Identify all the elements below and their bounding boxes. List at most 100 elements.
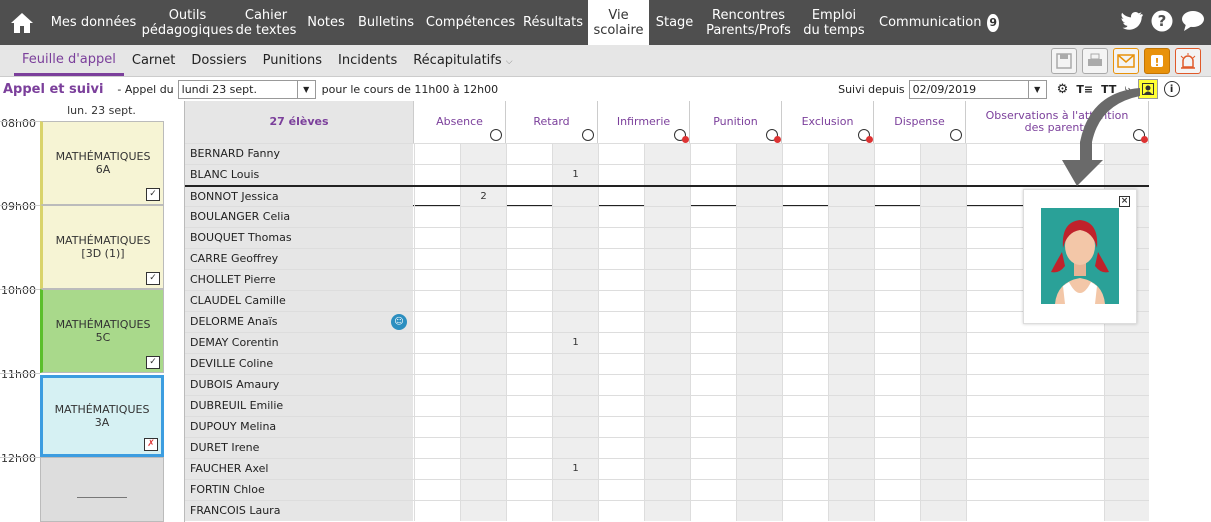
table-row[interactable]: DEVILLE Coline [185, 353, 1149, 374]
grid-cell[interactable] [874, 207, 920, 227]
grid-cell[interactable] [598, 249, 644, 269]
grid-cell[interactable] [690, 501, 736, 521]
grid-cell[interactable] [874, 501, 920, 521]
grid-cell[interactable] [644, 291, 690, 311]
grid-cell[interactable] [874, 228, 920, 248]
grid-cell[interactable] [920, 249, 966, 269]
grid-cell[interactable] [736, 144, 782, 164]
retard-count-cell[interactable]: 1 [552, 459, 598, 479]
col-absence-header[interactable]: Absence [414, 101, 506, 143]
grid-cell[interactable] [644, 187, 690, 207]
observation-cell[interactable] [966, 459, 1104, 479]
grid-cell[interactable] [598, 144, 644, 164]
student-name[interactable]: DURET Irene [185, 438, 413, 458]
grid-cell[interactable] [506, 291, 552, 311]
grid-cell[interactable] [736, 187, 782, 207]
grid-cell[interactable] [828, 438, 874, 458]
nav-mes-donnees[interactable]: Mes données [44, 0, 143, 45]
grid-cell[interactable] [874, 144, 920, 164]
course-block[interactable]: MATHÉMATIQUES 5C ✓ [40, 289, 164, 373]
grid-cell[interactable] [1104, 501, 1149, 521]
absence-count-cell[interactable] [460, 249, 506, 269]
grid-cell[interactable] [414, 312, 460, 332]
col-exclusion-header[interactable]: Exclusion [782, 101, 874, 143]
grid-cell[interactable] [736, 291, 782, 311]
absence-count-cell[interactable] [460, 270, 506, 290]
grid-cell[interactable] [414, 187, 460, 207]
grid-cell[interactable] [874, 459, 920, 479]
grid-cell[interactable] [414, 144, 460, 164]
grid-cell[interactable] [414, 438, 460, 458]
grid-cell[interactable] [920, 207, 966, 227]
grid-cell[interactable] [828, 187, 874, 207]
table-row[interactable]: FRANCOIS Laura [185, 500, 1149, 521]
grid-cell[interactable] [598, 438, 644, 458]
close-icon[interactable]: × [1119, 196, 1130, 207]
grid-cell[interactable] [782, 228, 828, 248]
grid-cell[interactable] [1104, 438, 1149, 458]
grid-cell[interactable] [506, 459, 552, 479]
observation-cell[interactable] [966, 396, 1104, 416]
grid-cell[interactable] [782, 501, 828, 521]
info-icon[interactable]: i [1163, 81, 1180, 97]
grid-cell[interactable] [644, 480, 690, 500]
grid-cell[interactable] [782, 312, 828, 332]
retard-count-cell[interactable] [552, 375, 598, 395]
grid-cell[interactable] [690, 375, 736, 395]
grid-cell[interactable] [644, 144, 690, 164]
grid-cell[interactable] [736, 501, 782, 521]
student-name[interactable]: FORTIN Chloe [185, 480, 413, 500]
student-name[interactable]: BLANC Louis [185, 165, 413, 185]
tab-punitions[interactable]: Punitions [255, 47, 330, 74]
grid-cell[interactable] [598, 417, 644, 437]
grid-cell[interactable] [414, 270, 460, 290]
grid-cell[interactable] [782, 438, 828, 458]
grid-cell[interactable] [874, 333, 920, 353]
nav-vie-scolaire[interactable]: Vie scolaire [588, 0, 649, 45]
grid-cell[interactable] [414, 375, 460, 395]
tab-recapitulatifs[interactable]: Récapitulatifs ⌵ [405, 47, 520, 74]
twitter-icon[interactable] [1121, 12, 1143, 34]
retard-count-cell[interactable]: 1 [552, 333, 598, 353]
grid-cell[interactable] [736, 312, 782, 332]
grid-cell[interactable] [690, 144, 736, 164]
print-icon[interactable] [1082, 48, 1108, 74]
grid-cell[interactable] [920, 459, 966, 479]
grid-cell[interactable] [782, 459, 828, 479]
grid-cell[interactable] [690, 291, 736, 311]
retard-count-cell[interactable] [552, 207, 598, 227]
grid-cell[interactable] [920, 354, 966, 374]
table-row[interactable]: DUBREUIL Emilie [185, 395, 1149, 416]
nav-rencontres[interactable]: Rencontres Parents/Profs [700, 0, 797, 45]
student-name[interactable]: BERNARD Fanny [185, 144, 413, 164]
grid-cell[interactable] [736, 165, 782, 185]
nav-bulletins[interactable]: Bulletins [352, 0, 420, 45]
grid-cell[interactable] [690, 270, 736, 290]
tab-dossiers[interactable]: Dossiers [183, 47, 254, 74]
grid-cell[interactable] [920, 144, 966, 164]
grid-cell[interactable] [920, 270, 966, 290]
retard-count-cell[interactable] [552, 144, 598, 164]
grid-cell[interactable] [414, 396, 460, 416]
student-name[interactable]: CLAUDEL Camille [185, 291, 413, 311]
grid-cell[interactable] [828, 249, 874, 269]
grid-cell[interactable] [414, 249, 460, 269]
course-block-selected[interactable]: MATHÉMATIQUES 3A ✗ [40, 375, 164, 457]
grid-cell[interactable] [736, 375, 782, 395]
grid-cell[interactable] [690, 207, 736, 227]
course-block[interactable]: MATHÉMATIQUES [3D (1)] ✓ [40, 205, 164, 289]
grid-cell[interactable] [920, 187, 966, 207]
absence-count-cell[interactable] [460, 207, 506, 227]
observation-cell[interactable] [966, 375, 1104, 395]
grid-cell[interactable] [736, 438, 782, 458]
grid-cell[interactable] [1104, 480, 1149, 500]
grid-cell[interactable] [828, 333, 874, 353]
grid-cell[interactable] [828, 312, 874, 332]
grid-cell[interactable] [690, 312, 736, 332]
grid-cell[interactable] [644, 249, 690, 269]
observation-cell[interactable] [966, 480, 1104, 500]
table-row[interactable]: DELORME Anaïs ☺ [185, 311, 1149, 332]
student-name[interactable]: DEMAY Corentin [185, 333, 413, 353]
student-info-icon[interactable]: ☺ [391, 314, 407, 330]
table-row[interactable]: BLANC Louis 1 [185, 164, 1149, 185]
